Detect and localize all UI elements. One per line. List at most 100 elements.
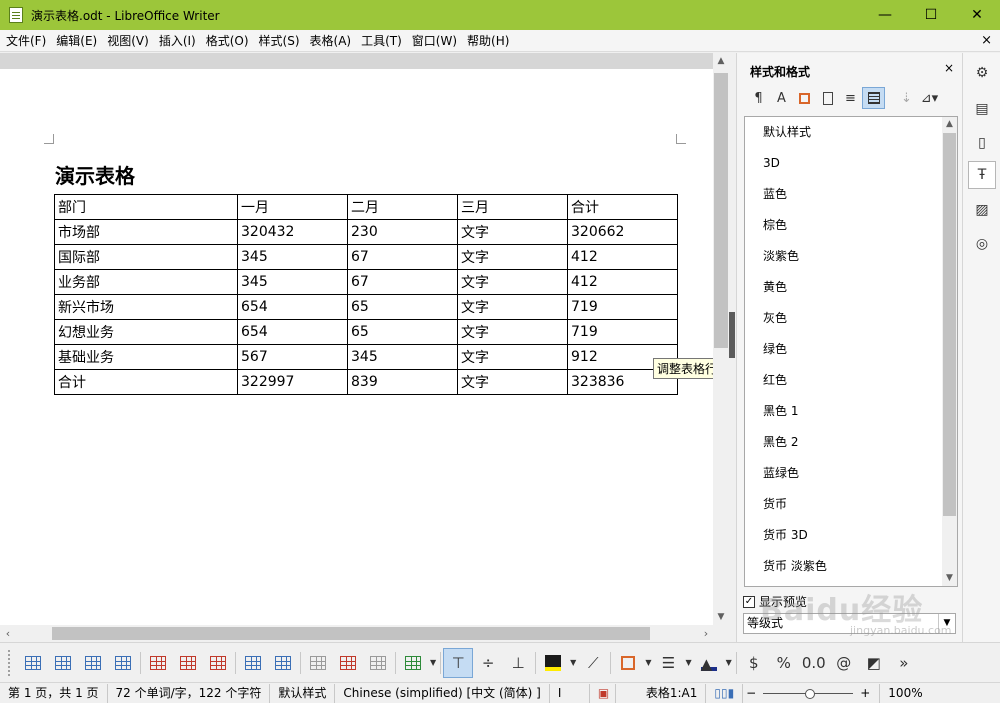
table-cell[interactable]: 文字 — [457, 294, 568, 320]
dropdown-arrow-icon[interactable]: ▼ — [570, 658, 576, 667]
styles-deck-icon[interactable]: Ŧ — [968, 161, 996, 189]
table-cell[interactable]: 567 — [237, 344, 348, 370]
sidebar-collapse-handle[interactable] — [729, 312, 735, 358]
scroll-right-arrow-icon[interactable]: › — [698, 625, 714, 642]
horizontal-scroll-thumb[interactable] — [52, 627, 650, 640]
gallery-deck-icon[interactable]: ▨ — [968, 196, 996, 224]
list-scroll-thumb[interactable] — [943, 133, 956, 516]
merge-cells-icon[interactable] — [333, 648, 363, 678]
table-cell[interactable]: 新兴市场 — [54, 294, 238, 320]
style-list-item[interactable]: 黑色 2 — [745, 427, 957, 458]
fill-format-mode-icon[interactable]: ⇣ — [895, 87, 918, 109]
menu-view[interactable]: 视图(V) — [102, 30, 154, 52]
style-list-item[interactable]: 货币 淡紫色 — [745, 551, 957, 582]
dropdown-arrow-icon[interactable]: ▼ — [430, 658, 436, 667]
table-row[interactable]: 业务部 345 67 文字 412 — [54, 269, 678, 295]
page-deck-icon[interactable]: ▯ — [968, 129, 996, 157]
table-cell[interactable]: 320662 — [567, 219, 678, 245]
style-list-item[interactable]: 绿色 — [745, 334, 957, 365]
table-cell[interactable]: 文字 — [457, 244, 568, 270]
scroll-up-arrow-icon[interactable]: ▲ — [713, 53, 729, 69]
style-list-item[interactable]: 蓝色 — [745, 179, 957, 210]
menu-format[interactable]: 格式(O) — [201, 30, 254, 52]
table-cell[interactable]: 文字 — [457, 319, 568, 345]
style-list-item[interactable]: 货币 — [745, 489, 957, 520]
number-format-percent-icon[interactable]: % — [769, 648, 799, 678]
close-document-button[interactable]: × — [981, 30, 992, 52]
style-list-item[interactable]: 黑色 1 — [745, 396, 957, 427]
zoom-in-button[interactable]: + — [857, 686, 873, 700]
number-format-currency-icon[interactable]: $ — [739, 648, 769, 678]
table-row[interactable]: 市场部 320432 230 文字 320662 — [54, 219, 678, 245]
optimize-size-icon[interactable] — [398, 648, 428, 678]
dropdown-arrow-icon[interactable]: ▼ — [645, 658, 651, 667]
table-header-row[interactable]: 部门 一月 二月 三月 合计 — [54, 194, 678, 220]
status-selection-mode[interactable]: I — [550, 683, 590, 703]
delete-table-icon[interactable] — [203, 648, 233, 678]
align-top-icon[interactable]: ⊤ — [443, 647, 474, 678]
menu-window[interactable]: 窗口(W) — [407, 30, 462, 52]
table-cell[interactable]: 654 — [237, 319, 348, 345]
menu-help[interactable]: 帮助(H) — [462, 30, 514, 52]
navigator-deck-icon[interactable]: ◎ — [968, 230, 996, 258]
insert-rows-above-icon[interactable] — [18, 648, 48, 678]
table-row[interactable]: 新兴市场 654 65 文字 719 — [54, 294, 678, 320]
table-cell[interactable]: 文字 — [457, 344, 568, 370]
align-bottom-icon[interactable]: ⊥ — [503, 648, 533, 678]
style-list[interactable]: 默认样式 3D 蓝色 棕色 淡紫色 黄色 灰色 绿色 红色 黑色 1 黑色 2 蓝绿色 货币 货币 3D 货… — [744, 116, 958, 587]
minimize-button[interactable]: — — [862, 0, 908, 30]
more-options-icon[interactable]: » — [889, 648, 919, 678]
table-cell[interactable]: 322997 — [237, 369, 348, 395]
table-cell[interactable]: 719 — [567, 319, 678, 345]
table-cell[interactable]: 部门 — [54, 194, 238, 220]
table-cell[interactable]: 文字 — [457, 269, 568, 295]
style-list-scrollbar[interactable]: ▲ ▼ — [942, 117, 957, 586]
paragraph-styles-icon[interactable]: ¶ — [747, 87, 770, 109]
table-row[interactable]: 国际部 345 67 文字 412 — [54, 244, 678, 270]
document-vertical-scrollbar[interactable]: ▲ ▼ — [713, 53, 729, 625]
table-cell[interactable]: 文字 — [457, 219, 568, 245]
menu-tools[interactable]: 工具(T) — [356, 30, 407, 52]
vertical-scroll-thumb[interactable] — [714, 73, 728, 348]
split-cells-icon[interactable] — [363, 648, 393, 678]
table-cell[interactable]: 合计 — [54, 369, 238, 395]
table-cell[interactable]: 三月 — [457, 194, 568, 220]
table-cell[interactable]: 基础业务 — [54, 344, 238, 370]
number-format-decimal-icon[interactable]: 0.0 — [799, 648, 829, 678]
menu-file[interactable]: 文件(F) — [0, 30, 51, 52]
toolbar-grip[interactable] — [8, 649, 12, 676]
table-cell[interactable]: 320432 — [237, 219, 348, 245]
table-cell[interactable]: 412 — [567, 269, 678, 295]
table-cell[interactable]: 国际部 — [54, 244, 238, 270]
delete-rows-icon[interactable] — [143, 648, 173, 678]
table-cell[interactable]: 65 — [347, 319, 458, 345]
table-cell[interactable]: 市场部 — [54, 219, 238, 245]
character-styles-icon[interactable]: A — [770, 87, 793, 109]
select-column-icon[interactable] — [303, 648, 333, 678]
style-list-item[interactable]: 黄色 — [745, 272, 957, 303]
insert-columns-after-icon[interactable] — [108, 648, 138, 678]
sidebar-settings-icon[interactable]: ⚙ — [968, 59, 996, 87]
table-cell[interactable]: 二月 — [347, 194, 458, 220]
status-page-style[interactable]: 默认样式 — [270, 683, 336, 703]
table-cell[interactable]: 719 — [567, 294, 678, 320]
style-list-item[interactable]: 灰色 — [745, 303, 957, 334]
table-cell[interactable]: 业务部 — [54, 269, 238, 295]
autoformat-styles-icon[interactable]: ⟋ — [578, 648, 608, 678]
border-color-icon[interactable]: ▲ — [694, 648, 724, 678]
table-cell[interactable]: 654 — [237, 294, 348, 320]
frame-styles-icon[interactable] — [793, 87, 816, 109]
table-cell[interactable]: 345 — [347, 344, 458, 370]
show-preview-checkbox[interactable]: ✓ — [743, 595, 755, 608]
table-cell[interactable]: 合计 — [567, 194, 678, 220]
chevron-down-icon[interactable]: ▼ — [938, 614, 955, 633]
style-filter-select[interactable]: 等级式 ▼ — [743, 613, 956, 634]
properties-deck-icon[interactable]: ▤ — [968, 95, 996, 123]
status-page-number[interactable]: 第 1 页，共 1 页 — [0, 683, 108, 703]
table-cell[interactable]: 839 — [347, 369, 458, 395]
list-scroll-up-icon[interactable]: ▲ — [942, 117, 957, 132]
center-vertically-icon[interactable]: ÷ — [473, 648, 503, 678]
table-row[interactable]: 合计 322997 839 文字 323836 — [54, 369, 678, 395]
page-styles-icon[interactable] — [816, 87, 839, 109]
number-recognition-icon[interactable]: @ — [829, 648, 859, 678]
